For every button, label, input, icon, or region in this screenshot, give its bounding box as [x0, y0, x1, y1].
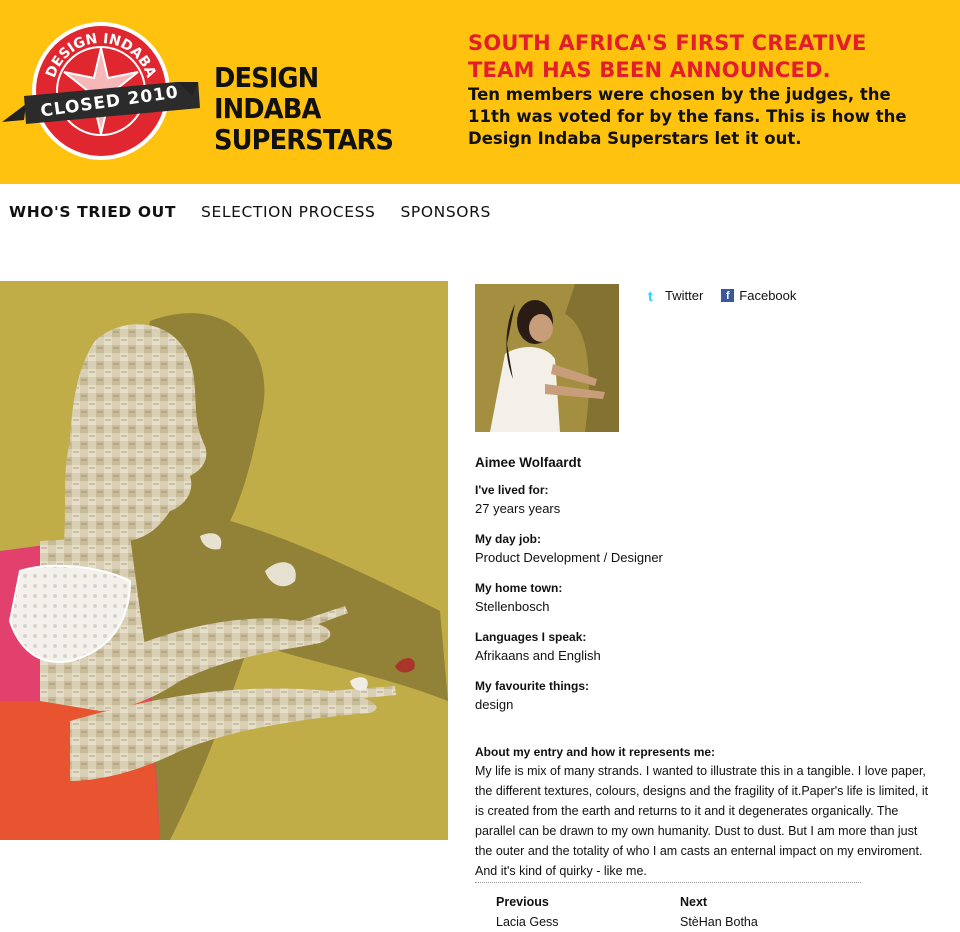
fact-label: I've lived for:	[475, 483, 549, 497]
divider	[475, 882, 861, 883]
subheadline: Ten members were chosen by the judges, t…	[468, 85, 907, 148]
fact-favourite-things: My favourite things: design	[475, 677, 935, 714]
brand-line-1: DESIGN INDABA	[214, 61, 321, 125]
fact-value: Product Development / Designer	[475, 550, 663, 565]
fact-day-job: My day job: Product Development / Design…	[475, 530, 935, 567]
contestant-name: Aimee Wolfaardt	[475, 455, 582, 470]
facebook-share-link[interactable]: f Facebook	[721, 288, 796, 303]
next-entry: Next StèHan Botha	[680, 892, 758, 932]
fact-label: My day job:	[475, 532, 542, 546]
nav-whos-tried-out[interactable]: WHO'S TRIED OUT	[9, 203, 176, 221]
fact-label: My favourite things:	[475, 679, 590, 693]
brand-title[interactable]: DESIGN INDABA SUPERSTARS	[214, 62, 407, 155]
fact-age: I've lived for: 27 years years	[475, 481, 935, 518]
facebook-icon: f	[721, 289, 735, 302]
nav-sponsors[interactable]: SPONSORS	[400, 203, 490, 221]
profile-photo[interactable]	[475, 284, 619, 432]
main-navigation: WHO'S TRIED OUT SELECTION PROCESS SPONSO…	[9, 203, 491, 221]
nav-selection-process[interactable]: SELECTION PROCESS	[201, 203, 375, 221]
headline: SOUTH AFRICA'S FIRST CREATIVE TEAM HAS B…	[468, 31, 867, 82]
twitter-icon: t	[648, 287, 653, 304]
site-header: DESIGN INDABA CLOSED 2010 DESIGN INDABA …	[0, 0, 960, 184]
next-label: Next	[680, 895, 708, 909]
about-text: My life is mix of many strands. I wanted…	[475, 764, 929, 878]
previous-entry-link[interactable]: Lacia Gess	[496, 912, 559, 932]
fact-label: Languages I speak:	[475, 630, 587, 644]
previous-label: Previous	[496, 895, 549, 909]
next-entry-link[interactable]: StèHan Botha	[680, 912, 758, 932]
facebook-label: Facebook	[739, 288, 797, 303]
fact-value: design	[475, 697, 514, 712]
fact-home-town: My home town: Stellenbosch	[475, 579, 935, 616]
previous-entry: Previous Lacia Gess	[496, 892, 559, 932]
brand-line-2: SUPERSTARS	[214, 123, 394, 156]
fact-value: 27 years years	[475, 501, 561, 516]
about-entry: About my entry and how it represents me:…	[475, 743, 935, 881]
fact-label: My home town:	[475, 581, 563, 595]
twitter-share-link[interactable]: t Twitter	[648, 288, 703, 303]
entry-artwork-image	[0, 281, 448, 840]
twitter-label: Twitter	[665, 288, 704, 303]
fact-languages: Languages I speak: Afrikaans and English	[475, 628, 935, 665]
profile-facts: I've lived for: 27 years years My day jo…	[475, 481, 935, 726]
about-label: About my entry and how it represents me:	[475, 745, 716, 759]
social-share: t Twitter f Facebook	[648, 288, 796, 303]
fact-value: Afrikaans and English	[475, 648, 601, 663]
fact-value: Stellenbosch	[475, 599, 550, 614]
